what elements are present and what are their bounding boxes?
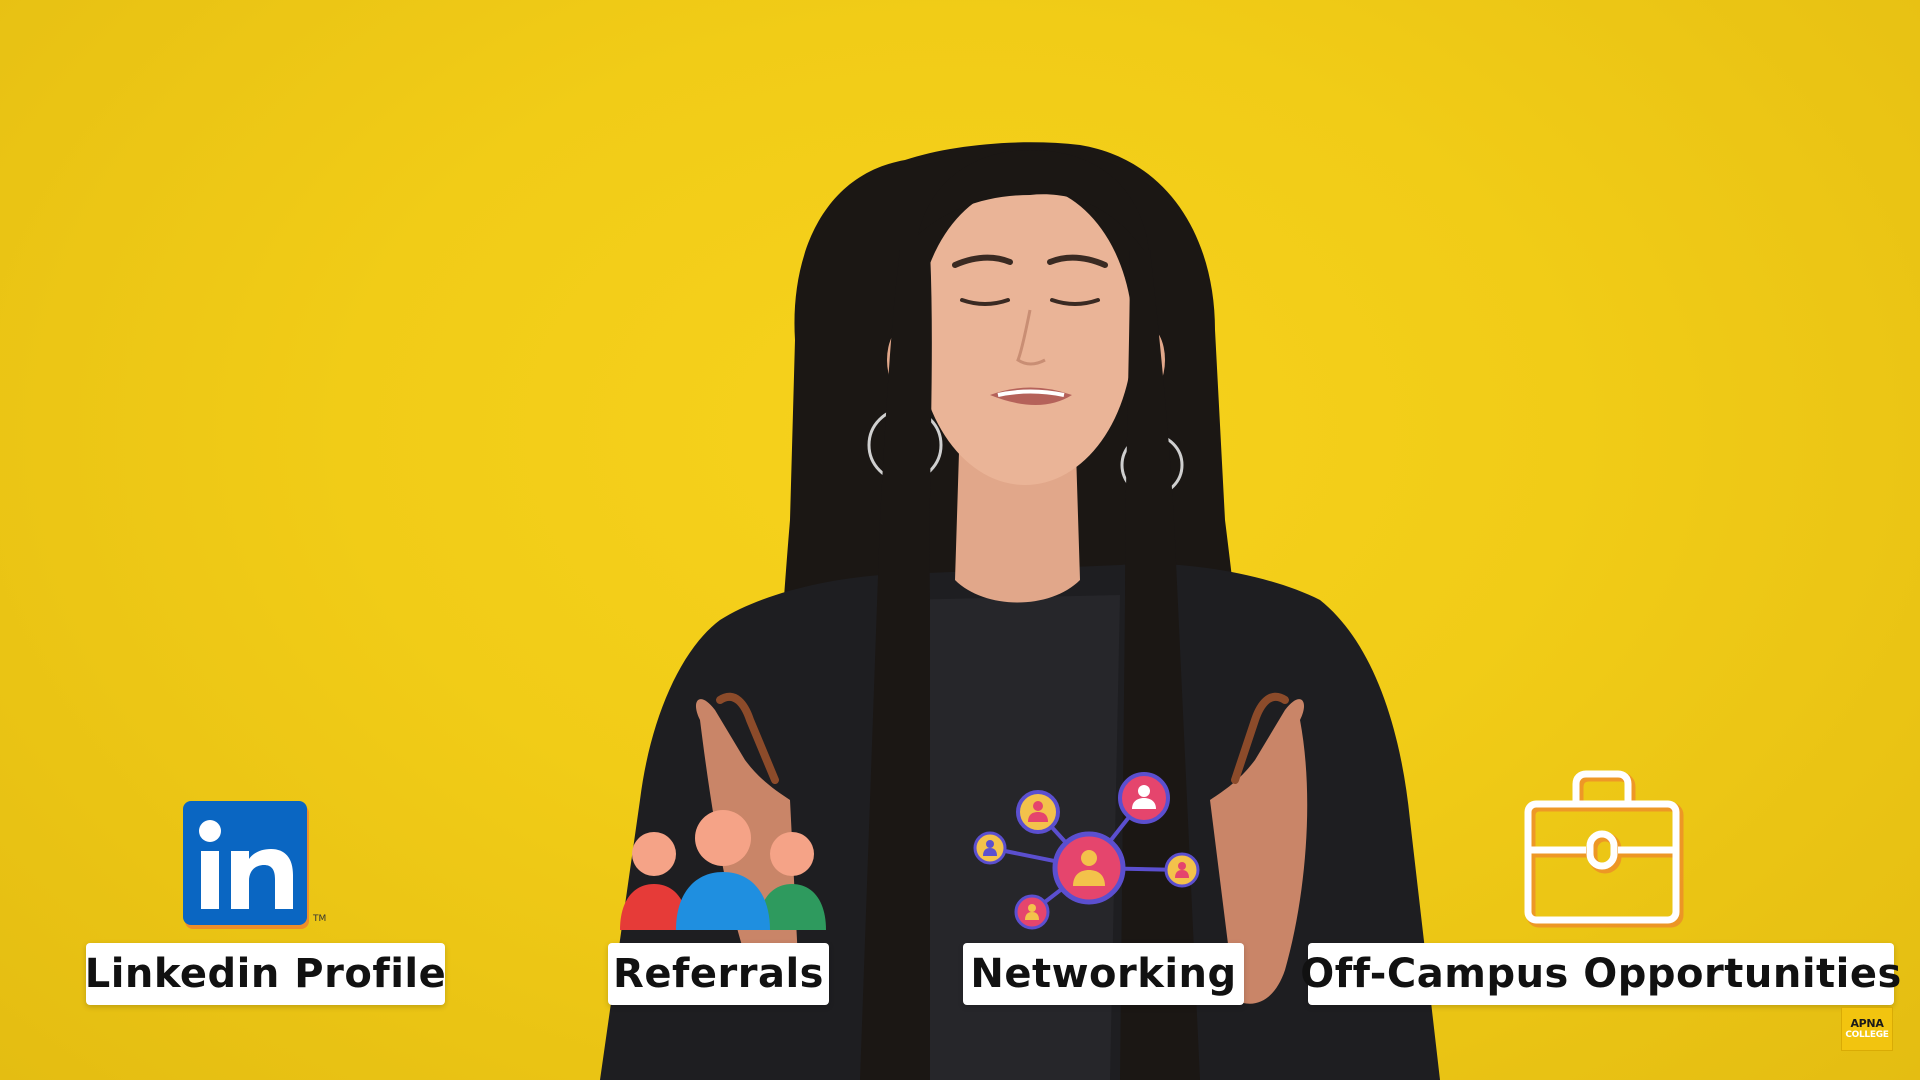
linkedin-icon: TM bbox=[183, 801, 326, 929]
watermark-line-2: COLLEGE bbox=[1845, 1030, 1889, 1040]
briefcase-icon bbox=[1524, 770, 1684, 928]
label-linkedin-profile: Linkedin Profile bbox=[85, 943, 446, 1005]
svg-text:TM: TM bbox=[312, 914, 326, 924]
channel-watermark-logo: APNA COLLEGE bbox=[1841, 1007, 1893, 1051]
label-referrals: Referrals bbox=[608, 943, 829, 1005]
label-off-campus-opportunities: Off-Campus Opportunities bbox=[1300, 943, 1901, 1005]
watermark-line-1: APNA bbox=[1850, 1017, 1884, 1030]
people-group-icon bbox=[620, 810, 826, 930]
label-networking: Networking bbox=[963, 943, 1244, 1005]
network-icon bbox=[973, 772, 1200, 930]
video-frame: TM Linkedin Profile Referrals Networking… bbox=[0, 0, 1920, 1080]
